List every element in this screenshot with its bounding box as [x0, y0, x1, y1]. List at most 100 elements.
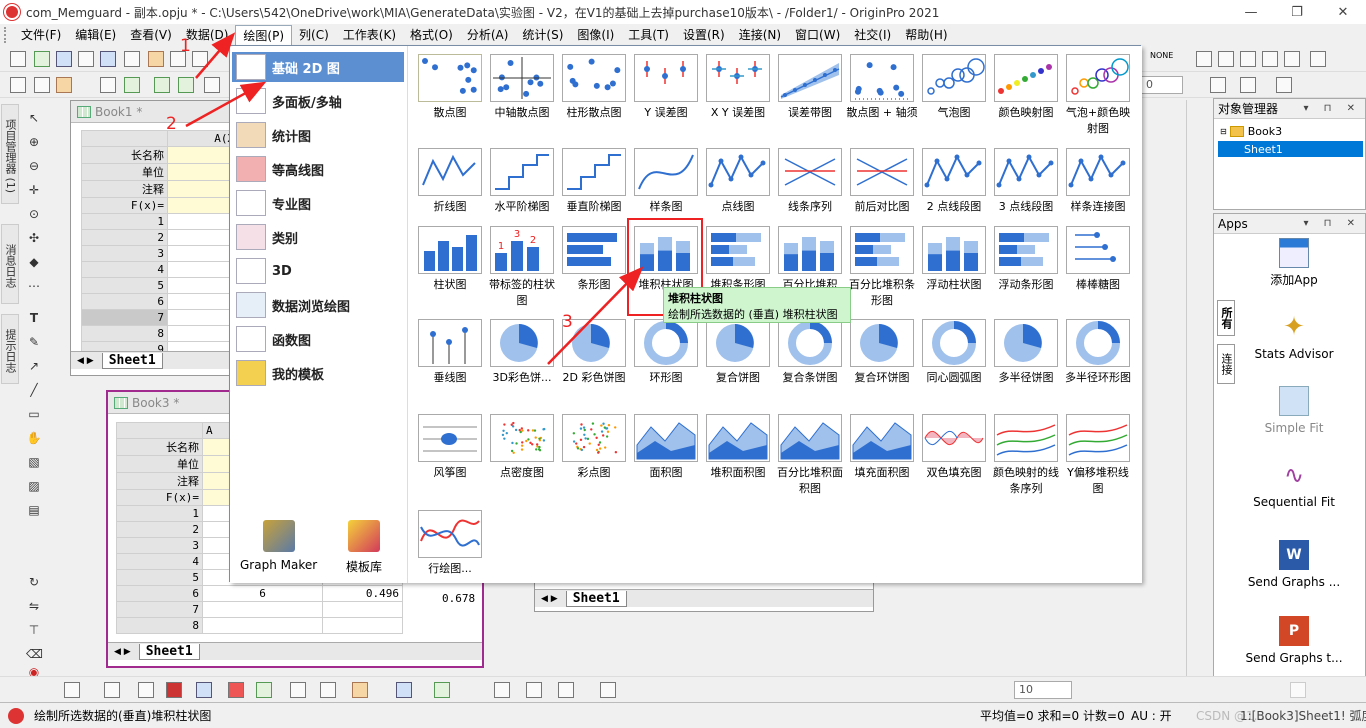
gallery-item[interactable]: 点密度图 — [488, 414, 556, 481]
tab-scroll-icon[interactable]: ◀ ▶ — [541, 594, 558, 604]
menu-tools[interactable]: 工具(T) — [621, 25, 676, 45]
row-number[interactable]: 2 — [116, 521, 203, 538]
add-sheet-icon[interactable] — [178, 77, 194, 93]
line-width-icon[interactable] — [1276, 77, 1292, 93]
column-plot-icon[interactable] — [166, 682, 182, 698]
pattern-icon[interactable] — [1210, 77, 1226, 93]
gallery-item[interactable]: 复合饼图 — [704, 319, 772, 386]
app-add[interactable]: 添加App — [1234, 238, 1354, 288]
gallery-item[interactable]: 点线图 — [704, 148, 772, 215]
new-graph-icon[interactable] — [56, 51, 72, 67]
gallery-item[interactable]: 风筝图 — [416, 414, 484, 481]
gallery-item[interactable]: 行绘图... — [416, 510, 484, 577]
gallery-item[interactable]: 多半径环形图 — [1064, 319, 1132, 386]
category-basic-2d[interactable]: 基础 2D 图 — [232, 52, 404, 82]
box-chart-icon[interactable] — [228, 682, 244, 698]
row-number[interactable]: 7 — [116, 601, 203, 618]
category-specialized[interactable]: 专业图 — [232, 188, 404, 218]
menu-statistics[interactable]: 统计(S) — [515, 25, 570, 45]
close-button[interactable]: ✕ — [1320, 0, 1366, 24]
gallery-item[interactable]: 3D彩色饼... — [488, 319, 556, 386]
gallery-item[interactable]: 垂直阶梯图 — [560, 148, 628, 215]
scatter-plot-icon[interactable] — [104, 682, 120, 698]
tree-item-book3[interactable]: ⊟ Book3 — [1220, 125, 1282, 138]
tab-scroll-icon[interactable]: ◀ ▶ — [77, 356, 94, 366]
row-number[interactable]: 8 — [81, 325, 168, 342]
worksheet-query-icon[interactable] — [204, 77, 220, 93]
gallery-item[interactable]: 彩点图 — [560, 414, 628, 481]
gallery-item[interactable]: 折线图 — [416, 148, 484, 215]
gallery-item[interactable]: 浮动条形图 — [992, 226, 1060, 293]
gallery-item[interactable]: 误差带图 — [776, 54, 844, 121]
gallery-item[interactable]: 1 3 2 带标签的柱状图 — [488, 226, 556, 309]
swap-icon[interactable] — [1310, 51, 1326, 67]
data-reader-icon[interactable]: ✣ — [26, 230, 42, 246]
menu-image[interactable]: 图像(I) — [570, 25, 621, 45]
gallery-item[interactable]: 堆积条形图 — [704, 226, 772, 293]
gallery-item[interactable]: 2 点线段图 — [920, 148, 988, 215]
menu-file[interactable]: 文件(F) — [14, 25, 68, 45]
polar-plot-icon[interactable] — [290, 682, 306, 698]
text-tool-icon[interactable]: T — [26, 310, 42, 326]
sheet1-tab[interactable]: Sheet1 — [565, 590, 627, 607]
region-tool-icon[interactable]: ⋯ — [26, 278, 42, 294]
gallery-item[interactable]: 面积图 — [632, 414, 700, 481]
font-size-combo[interactable]: 0 — [1141, 76, 1183, 94]
gallery-item[interactable]: 百分比堆积条形图 — [848, 226, 916, 309]
save-template-icon[interactable] — [192, 51, 208, 67]
cell[interactable] — [202, 617, 323, 634]
app-stats-advisor[interactable]: ✦ Stats Advisor — [1234, 312, 1354, 362]
gallery-item[interactable]: X Y 误差图 — [704, 54, 772, 121]
gallery-item[interactable]: 双色填充图 — [920, 414, 988, 481]
message-log-tab[interactable]: 消息日志 — [1, 224, 19, 304]
menu-format[interactable]: 格式(O) — [403, 25, 460, 45]
tree-item-sheet1[interactable]: Sheet1 — [1218, 141, 1363, 157]
gallery-item[interactable]: 气泡图 — [920, 54, 988, 121]
row-number[interactable]: 5 — [116, 569, 203, 586]
row-number[interactable]: 3 — [81, 245, 168, 262]
gallery-item[interactable]: 柱形散点图 — [560, 54, 628, 121]
apps-tab-all[interactable]: 所有 — [1217, 300, 1235, 336]
new-matrix-icon[interactable] — [78, 51, 94, 67]
apps-tab-connect[interactable]: 连接 — [1217, 344, 1235, 384]
menu-social[interactable]: 社交(I) — [847, 25, 898, 45]
app-simple-fit[interactable]: Simple Fit — [1234, 386, 1354, 436]
zoom-out-icon[interactable]: ⊖ — [26, 158, 42, 174]
add-column-icon[interactable] — [154, 77, 170, 93]
line-plot-icon[interactable] — [64, 682, 80, 698]
3d-surface-icon[interactable] — [396, 682, 412, 698]
size-combo[interactable]: 10 — [1014, 681, 1072, 699]
arrow-tool-icon[interactable]: ↗ — [26, 358, 42, 374]
gallery-item[interactable]: 复合条饼图 — [776, 319, 844, 386]
row-number[interactable]: 8 — [116, 617, 203, 634]
cell[interactable] — [202, 601, 323, 618]
hand-tool-icon[interactable]: ✋ — [26, 430, 42, 446]
nav-add-icon[interactable] — [1284, 51, 1300, 67]
menu-analysis[interactable]: 分析(A) — [460, 25, 516, 45]
row-number[interactable]: 6 — [116, 585, 203, 602]
nav-next-icon[interactable] — [1240, 51, 1256, 67]
cut-icon[interactable] — [10, 77, 26, 93]
layer-icon[interactable] — [494, 682, 510, 698]
minimize-button[interactable]: — — [1228, 0, 1274, 24]
none-combo[interactable]: NONE — [1150, 51, 1173, 67]
gallery-item[interactable]: 3 点线段图 — [992, 148, 1060, 215]
line-style-icon[interactable] — [1240, 77, 1256, 93]
layer-tool-icon[interactable]: ▤ — [26, 502, 42, 518]
category-contour[interactable]: 等高线图 — [232, 154, 404, 184]
gallery-item[interactable]: 条形图 — [560, 226, 628, 293]
image-tool-icon[interactable]: ▧ — [26, 454, 42, 470]
row-number[interactable]: 2 — [81, 229, 168, 246]
extra-icon[interactable] — [1290, 682, 1306, 698]
new-workbook-icon[interactable] — [34, 51, 50, 67]
menu-plot[interactable]: 绘图(P) — [235, 25, 293, 45]
menu-help[interactable]: 帮助(H) — [898, 25, 954, 45]
restore-button[interactable]: ❐ — [1274, 0, 1320, 24]
rotate-tool-icon[interactable]: ↻ — [26, 574, 42, 590]
row-number[interactable]: 7 — [81, 309, 168, 326]
gallery-item[interactable]: 样条连接图 — [1064, 148, 1132, 215]
open-icon[interactable] — [148, 51, 164, 67]
data-selector-icon[interactable]: ◆ — [26, 254, 42, 270]
pointer-tool-icon[interactable]: ↖ — [26, 110, 42, 126]
pin-tool-icon[interactable]: ⊤ — [26, 622, 42, 638]
